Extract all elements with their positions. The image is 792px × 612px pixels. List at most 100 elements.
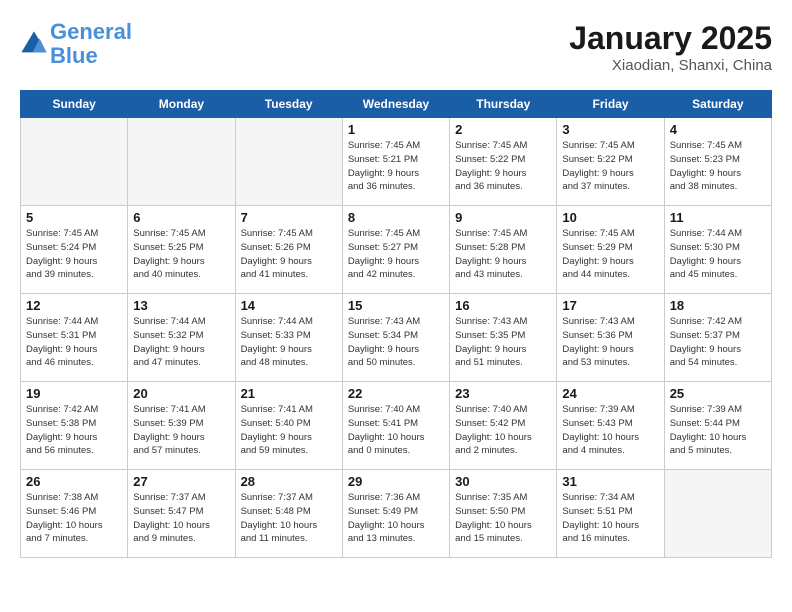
table-row: 6Sunrise: 7:45 AM Sunset: 5:25 PM Daylig… — [128, 206, 235, 294]
calendar-week-row: 19Sunrise: 7:42 AM Sunset: 5:38 PM Dayli… — [21, 382, 772, 470]
logo-text: General Blue — [50, 20, 132, 68]
day-info: Sunrise: 7:44 AM Sunset: 5:33 PM Dayligh… — [241, 315, 337, 370]
day-info: Sunrise: 7:45 AM Sunset: 5:26 PM Dayligh… — [241, 227, 337, 282]
day-info: Sunrise: 7:39 AM Sunset: 5:43 PM Dayligh… — [562, 403, 658, 458]
day-number: 18 — [670, 298, 766, 313]
calendar-subtitle: Xiaodian, Shanxi, China — [569, 57, 772, 74]
table-row: 25 Sunrise: 7:39 AM Sunset: 5:44 PM Dayli… — [664, 382, 771, 470]
calendar-week-row: 12 Sunrise: 7:44 AM Sunset: 5:31 PM Dayli… — [21, 294, 772, 382]
table-row: 18 Sunrise: 7:42 AM Sunset: 5:37 PM Dayli… — [664, 294, 771, 382]
day-info: Sunrise: 7:43 AM Sunset: 5:34 PM Dayligh… — [348, 315, 444, 370]
table-row: 13Sunrise: 7:44 AM Sunset: 5:32 PM Dayli… — [128, 294, 235, 382]
table-row: 19Sunrise: 7:42 AM Sunset: 5:38 PM Dayli… — [21, 382, 128, 470]
col-saturday: Saturday — [664, 91, 771, 118]
day-info: Sunrise: 7:37 AM Sunset: 5:47 PM Dayligh… — [133, 491, 229, 546]
day-number: 5 — [26, 210, 122, 225]
day-info: Sunrise: 7:45 AM Sunset: 5:23 PM Dayligh… — [670, 139, 766, 194]
table-row: 4 Sunrise: 7:45 AM Sunset: 5:23 PM Daylig… — [664, 118, 771, 206]
calendar-header-row: Sunday Monday Tuesday Wednesday Thursday… — [21, 91, 772, 118]
col-thursday: Thursday — [450, 91, 557, 118]
table-row: 1Sunrise: 7:45 AM Sunset: 5:21 PM Daylig… — [342, 118, 449, 206]
day-number: 12 — [26, 298, 122, 313]
table-row: 22 Sunrise: 7:40 AM Sunset: 5:41 PM Dayli… — [342, 382, 449, 470]
day-number: 3 — [562, 122, 658, 137]
table-row: 29Sunrise: 7:36 AM Sunset: 5:49 PM Dayli… — [342, 470, 449, 558]
day-number: 21 — [241, 386, 337, 401]
day-number: 4 — [670, 122, 766, 137]
table-row: 11Sunrise: 7:44 AM Sunset: 5:30 PM Dayli… — [664, 206, 771, 294]
day-info: Sunrise: 7:42 AM Sunset: 5:38 PM Dayligh… — [26, 403, 122, 458]
day-number: 1 — [348, 122, 444, 137]
day-info: Sunrise: 7:45 AM Sunset: 5:28 PM Dayligh… — [455, 227, 551, 282]
logo-icon — [20, 30, 48, 58]
day-info: Sunrise: 7:43 AM Sunset: 5:35 PM Dayligh… — [455, 315, 551, 370]
day-number: 16 — [455, 298, 551, 313]
day-number: 17 — [562, 298, 658, 313]
table-row: 27 Sunrise: 7:37 AM Sunset: 5:47 PM Dayli… — [128, 470, 235, 558]
day-info: Sunrise: 7:42 AM Sunset: 5:37 PM Dayligh… — [670, 315, 766, 370]
table-row — [21, 118, 128, 206]
table-row: 15Sunrise: 7:43 AM Sunset: 5:34 PM Dayli… — [342, 294, 449, 382]
table-row: 30Sunrise: 7:35 AM Sunset: 5:50 PM Dayli… — [450, 470, 557, 558]
table-row: 2 Sunrise: 7:45 AM Sunset: 5:22 PM Daylig… — [450, 118, 557, 206]
col-sunday: Sunday — [21, 91, 128, 118]
table-row: 14 Sunrise: 7:44 AM Sunset: 5:33 PM Dayli… — [235, 294, 342, 382]
table-row: 24 Sunrise: 7:39 AM Sunset: 5:43 PM Dayli… — [557, 382, 664, 470]
table-row: 10 Sunrise: 7:45 AM Sunset: 5:29 PM Dayli… — [557, 206, 664, 294]
day-info: Sunrise: 7:41 AM Sunset: 5:40 PM Dayligh… — [241, 403, 337, 458]
day-number: 8 — [348, 210, 444, 225]
day-number: 23 — [455, 386, 551, 401]
table-row: 26Sunrise: 7:38 AM Sunset: 5:46 PM Dayli… — [21, 470, 128, 558]
day-number: 10 — [562, 210, 658, 225]
calendar-week-row: 1Sunrise: 7:45 AM Sunset: 5:21 PM Daylig… — [21, 118, 772, 206]
day-info: Sunrise: 7:40 AM Sunset: 5:42 PM Dayligh… — [455, 403, 551, 458]
calendar-week-row: 26Sunrise: 7:38 AM Sunset: 5:46 PM Dayli… — [21, 470, 772, 558]
calendar-week-row: 5 Sunrise: 7:45 AM Sunset: 5:24 PM Daylig… — [21, 206, 772, 294]
day-info: Sunrise: 7:44 AM Sunset: 5:30 PM Dayligh… — [670, 227, 766, 282]
day-number: 28 — [241, 474, 337, 489]
day-number: 20 — [133, 386, 229, 401]
day-number: 6 — [133, 210, 229, 225]
table-row: 17 Sunrise: 7:43 AM Sunset: 5:36 PM Dayli… — [557, 294, 664, 382]
day-number: 2 — [455, 122, 551, 137]
table-row: 3Sunrise: 7:45 AM Sunset: 5:22 PM Daylig… — [557, 118, 664, 206]
day-number: 25 — [670, 386, 766, 401]
day-number: 7 — [241, 210, 337, 225]
table-row: 16 Sunrise: 7:43 AM Sunset: 5:35 PM Dayli… — [450, 294, 557, 382]
day-info: Sunrise: 7:43 AM Sunset: 5:36 PM Dayligh… — [562, 315, 658, 370]
calendar-table: Sunday Monday Tuesday Wednesday Thursday… — [20, 90, 772, 558]
table-row: 9 Sunrise: 7:45 AM Sunset: 5:28 PM Daylig… — [450, 206, 557, 294]
day-info: Sunrise: 7:41 AM Sunset: 5:39 PM Dayligh… — [133, 403, 229, 458]
day-info: Sunrise: 7:45 AM Sunset: 5:29 PM Dayligh… — [562, 227, 658, 282]
day-info: Sunrise: 7:34 AM Sunset: 5:51 PM Dayligh… — [562, 491, 658, 546]
table-row: 8Sunrise: 7:45 AM Sunset: 5:27 PM Daylig… — [342, 206, 449, 294]
logo: General Blue — [20, 20, 132, 68]
col-wednesday: Wednesday — [342, 91, 449, 118]
day-info: Sunrise: 7:45 AM Sunset: 5:22 PM Dayligh… — [455, 139, 551, 194]
day-number: 24 — [562, 386, 658, 401]
day-number: 14 — [241, 298, 337, 313]
day-info: Sunrise: 7:40 AM Sunset: 5:41 PM Dayligh… — [348, 403, 444, 458]
day-info: Sunrise: 7:44 AM Sunset: 5:32 PM Dayligh… — [133, 315, 229, 370]
table-row — [664, 470, 771, 558]
col-tuesday: Tuesday — [235, 91, 342, 118]
page-container: General Blue January 2025 Xiaodian, Shan… — [0, 0, 792, 578]
day-info: Sunrise: 7:38 AM Sunset: 5:46 PM Dayligh… — [26, 491, 122, 546]
table-row: 23 Sunrise: 7:40 AM Sunset: 5:42 PM Dayli… — [450, 382, 557, 470]
day-number: 27 — [133, 474, 229, 489]
table-row: 20 Sunrise: 7:41 AM Sunset: 5:39 PM Dayli… — [128, 382, 235, 470]
day-number: 29 — [348, 474, 444, 489]
title-block: January 2025 Xiaodian, Shanxi, China — [569, 20, 772, 74]
day-number: 9 — [455, 210, 551, 225]
header: General Blue January 2025 Xiaodian, Shan… — [20, 20, 772, 74]
day-number: 22 — [348, 386, 444, 401]
col-monday: Monday — [128, 91, 235, 118]
day-info: Sunrise: 7:39 AM Sunset: 5:44 PM Dayligh… — [670, 403, 766, 458]
day-number: 30 — [455, 474, 551, 489]
table-row: 21 Sunrise: 7:41 AM Sunset: 5:40 PM Dayli… — [235, 382, 342, 470]
logo-line2: Blue — [50, 43, 98, 68]
logo-line1: General — [50, 19, 132, 44]
day-info: Sunrise: 7:44 AM Sunset: 5:31 PM Dayligh… — [26, 315, 122, 370]
day-info: Sunrise: 7:45 AM Sunset: 5:24 PM Dayligh… — [26, 227, 122, 282]
table-row: 7 Sunrise: 7:45 AM Sunset: 5:26 PM Daylig… — [235, 206, 342, 294]
